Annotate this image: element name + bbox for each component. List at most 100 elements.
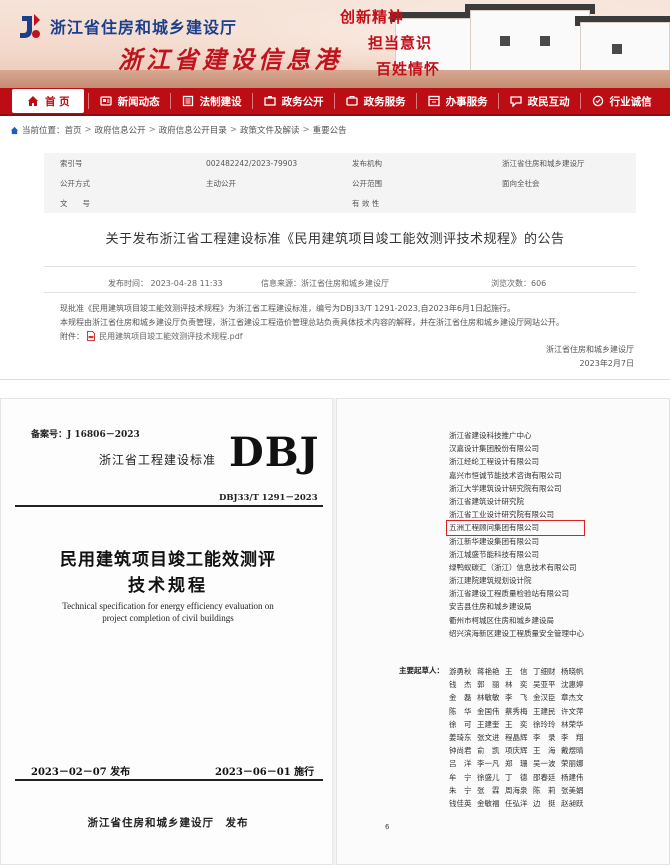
drafter-name: 王 奕 (505, 719, 528, 729)
rule-line (15, 505, 323, 507)
name-row: 牟 宁徐盛儿丁 德邵春廷 杨建伟 (449, 771, 589, 784)
drafter-name: 钟尚君 (449, 746, 472, 756)
publish-date: 发布时间： 2023-04-28 11:33 (108, 279, 223, 288)
english-title: project completion of civil buildings (102, 613, 234, 623)
drafter-name: 杨建伟 (561, 772, 584, 782)
pdf-file-icon (86, 331, 95, 341)
drafter-name: 牟 宁 (449, 772, 472, 782)
nav-label: 政民互动 (527, 95, 570, 108)
standard-code: DBJ33/T 1291－2023 (219, 493, 318, 503)
nav-item-gov-service[interactable]: 政务服务 (339, 87, 412, 115)
implementation-date: 2023－06－01 施行 (215, 767, 315, 778)
drafter-name: 李 翔 (561, 732, 584, 742)
meta-value: 主动公开 (206, 178, 236, 188)
organization-list: 浙江省建设科技推广中心 汉嘉设计集团股份有限公司 浙江经纶工程设计有限公司嘉兴市恒诚… (446, 429, 585, 640)
breadcrumb: 当前位置： 首页 > 政府信息公开 > 政府信息公开目录 > 政策文件及解读 >… (10, 124, 347, 136)
name-row: 金 磊林敏敏李 飞金汉臣 章杰文 (449, 691, 589, 704)
drafter-name: 边 挺 (533, 798, 556, 808)
org-item: 浙江省建设科技推广中心 (449, 431, 532, 440)
drafter-name: 陈 莉 (533, 785, 556, 795)
org-item: 汉嘉设计集团股份有限公司 (449, 444, 539, 454)
org-item: 浙江省建设工程质量检验站有限公司 (449, 589, 569, 599)
drafter-name: 章杰文 (561, 693, 584, 703)
site-subtitle: 浙江省建设信息港 (118, 45, 342, 74)
nav-label: 法制建设 (199, 95, 242, 108)
breadcrumb-item[interactable]: 重要公告 (313, 124, 347, 136)
divider (44, 266, 636, 267)
drafter-name: 蒋艳艳 (477, 667, 500, 676)
drafter-name: 俞 凯 (477, 746, 500, 756)
doc-title: 技术规程 (128, 576, 208, 596)
signature-date: 2023年2月7日 (579, 359, 634, 368)
attachment-line: 附件： 民用建筑项目竣工能效测评技术规程.pdf (60, 331, 243, 342)
meta-info-table: 索引号 002482242/2023-79903 发布机构 浙江省住房和城乡建设… (44, 153, 636, 213)
drafter-name: 杨晓帆 (561, 667, 584, 676)
attachment-link[interactable]: 民用建筑项目竣工能效测评技术规程.pdf (99, 332, 243, 341)
site-logo-icon[interactable] (16, 12, 44, 42)
breadcrumb-separator: > (84, 125, 92, 135)
breadcrumb-item[interactable]: 政策文件及解读 (240, 124, 300, 136)
site-title[interactable]: 浙江省住房和城乡建设厅 (50, 14, 237, 38)
banner-house (470, 10, 590, 78)
drafter-name: 郑 珊 (505, 759, 528, 769)
interact-icon (509, 94, 523, 108)
slogan: 创新精神 (340, 8, 405, 26)
meta-row: 公开方式 主动公开 公开范围 面向全社会 (44, 173, 636, 193)
name-row: 钟尚君俞 凯项庆辉王 海戴煜晴 (449, 744, 589, 757)
drafter-name: 王 信 (505, 667, 528, 676)
drafter-name: 荣丽娜 (561, 759, 584, 769)
drafter-name: 项庆辉 (505, 746, 528, 756)
nav-label: 政务公开 (281, 95, 324, 108)
drafters-page: 浙江省建设科技推广中心 汉嘉设计集团股份有限公司 浙江经纶工程设计有限公司嘉兴市恒诚… (336, 398, 670, 865)
rule-line (15, 779, 323, 781)
meta-value: 浙江省住房和城乡建设厅 (502, 158, 585, 168)
breadcrumb-item[interactable]: 政府信息公开 (95, 124, 146, 136)
name-row: 姜琦东 张文进 程晶辉李 录李 翔 (449, 731, 589, 744)
drafter-name: 林荣华 (561, 719, 584, 729)
nav-item-news[interactable]: 新闻动态 (93, 87, 166, 115)
meta-label: 公开范围 (352, 178, 382, 188)
nav-item-home[interactable]: 首 页 (12, 89, 84, 113)
nav-item-gov-open[interactable]: 政务公开 (257, 87, 330, 115)
nav-separator (497, 93, 499, 109)
gov-icon (263, 94, 277, 108)
drafter-name: 金国伟 (477, 706, 500, 716)
record-number: 备案号：J 16806－2023 (31, 430, 140, 440)
nav-item-office[interactable]: 办事服务 (421, 87, 494, 115)
drafter-name: 张美娟 (561, 785, 584, 795)
nav-item-credit[interactable]: 行业诚信 (585, 87, 658, 115)
drafter-name: 朱 宁 (449, 785, 472, 795)
name-row: 游勇秋 蒋艳艳王 信丁细财 杨晓帆 (449, 665, 589, 678)
breadcrumb-separator: > (302, 125, 310, 135)
drafter-name: 游勇秋 (449, 667, 472, 676)
drafter-names: 游勇秋 蒋艳艳王 信丁细财 杨晓帆钱 杰郭 丽林 奕吴亚平 沈惠婷金 磊林敏敏李 飞金… (449, 665, 589, 810)
meta-value: 002482242/2023-79903 (206, 158, 298, 168)
breadcrumb-item[interactable]: 首页 (65, 124, 82, 136)
drafter-name: 张文进 (477, 732, 500, 742)
drafter-name: 金汉臣 (533, 693, 556, 703)
nav-item-law[interactable]: 法制建设 (175, 87, 248, 115)
drafter-name: 吴亚平 (533, 680, 556, 690)
org-item: 浙江经纶工程设计有限公司 (449, 457, 539, 467)
main-nav: 首 页 新闻动态 法制建设 政务公开 政务服务 办事服务 政民互动 行业诚信 (0, 88, 670, 116)
meta-row: 索引号 002482242/2023-79903 发布机构 浙江省住房和城乡建设… (44, 153, 636, 173)
info-source: 信息来源：浙江省住房和城乡建设厅 (261, 279, 389, 288)
drafter-name: 林 奕 (505, 680, 528, 690)
nav-label: 政务服务 (363, 95, 406, 108)
drafter-name: 吕 洋 (449, 759, 472, 769)
news-icon (99, 94, 113, 108)
article-paragraph: 本规程由浙江省住房和城乡建设厅负责管理，浙江省建设工程造价管理总站负责具体技术内… (60, 318, 564, 327)
nav-separator (87, 93, 89, 109)
drafter-name: 王建民 (533, 706, 556, 716)
drafter-name: 李 飞 (505, 693, 528, 703)
drafter-name: 李一凡 (477, 759, 500, 769)
meta-label: 发布机构 (352, 158, 382, 168)
nav-item-interact[interactable]: 政民互动 (503, 87, 576, 115)
drafter-name: 钱佳英 (449, 798, 472, 808)
signature-org: 浙江省住房和城乡建设厅 (546, 345, 634, 354)
breadcrumb-item[interactable]: 政府信息公开目录 (159, 124, 227, 136)
org-item: 嘉兴市恒诚节能技术咨询有限公司 (449, 470, 562, 480)
drafter-name: 钱 杰 (449, 680, 472, 690)
view-count: 浏览次数：606 (491, 279, 547, 288)
drafter-name: 金敏福 (477, 798, 500, 808)
